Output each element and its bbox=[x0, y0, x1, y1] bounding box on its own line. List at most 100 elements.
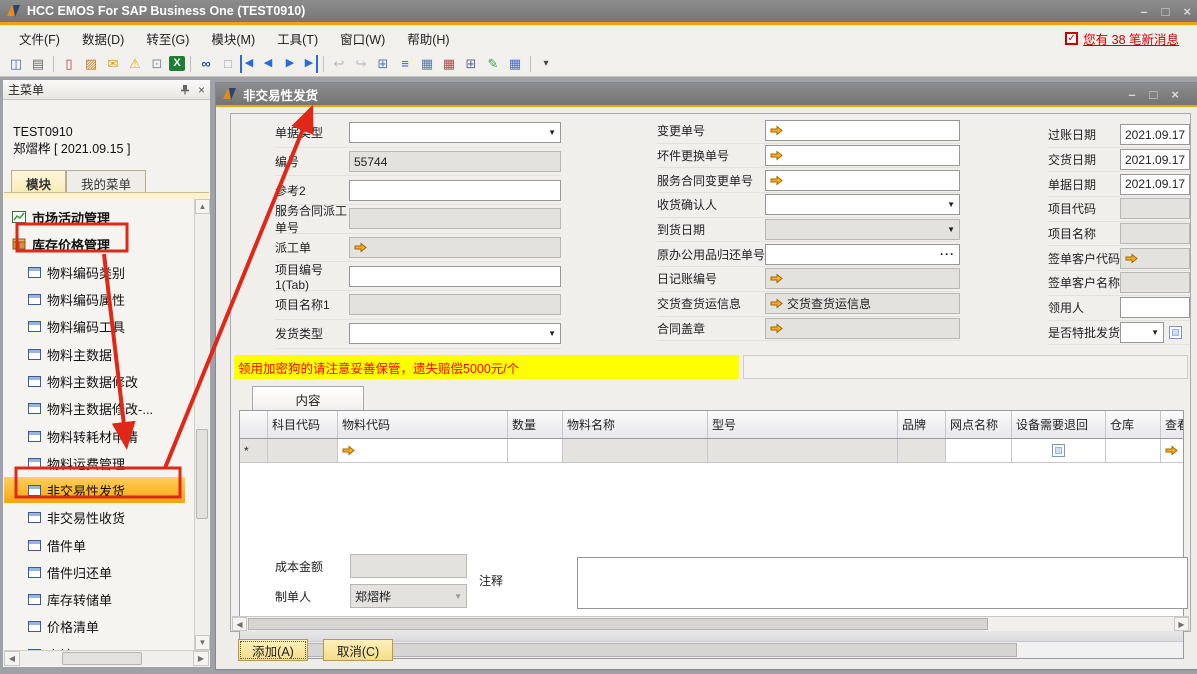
document-edit-icon[interactable]: ▨ bbox=[81, 55, 101, 73]
find-icon[interactable]: ∞ bbox=[196, 55, 216, 73]
link-arrow-icon[interactable] bbox=[770, 150, 783, 161]
link-arrow-icon[interactable] bbox=[354, 242, 367, 253]
table-view-icon[interactable]: ▦ bbox=[417, 55, 437, 73]
sidebar-item-loan-order[interactable]: 借件单 bbox=[4, 532, 195, 558]
grid-col-item-name[interactable]: 物料名称 bbox=[563, 411, 708, 438]
redo-icon[interactable]: ↪ bbox=[351, 55, 371, 73]
grid-icon[interactable]: ▦ bbox=[505, 55, 525, 73]
office-supplies-return-no-input[interactable]: ··· bbox=[765, 244, 960, 265]
service-contract-change-no-input[interactable] bbox=[765, 170, 960, 191]
sms-icon[interactable]: ▯ bbox=[59, 55, 79, 73]
form-settings-icon[interactable]: ⊞ bbox=[461, 55, 481, 73]
bad-part-replace-no-input[interactable] bbox=[765, 145, 960, 166]
scroll-right-icon[interactable]: ▶ bbox=[193, 651, 209, 666]
grid-col-equipment-return[interactable]: 设备需要退回 bbox=[1012, 411, 1106, 438]
sidebar-item-item-master-modify[interactable]: 物料主数据修改 bbox=[4, 368, 195, 394]
tab-content[interactable]: 内容 bbox=[252, 386, 364, 411]
cell-warehouse[interactable] bbox=[1106, 439, 1161, 462]
grid-col-model[interactable]: 型号 bbox=[708, 411, 898, 438]
scroll-left-icon[interactable]: ◀ bbox=[232, 617, 247, 631]
cell-item-code[interactable] bbox=[338, 439, 508, 462]
close-icon[interactable]: × bbox=[1183, 5, 1191, 18]
special-approval-checkbox[interactable] bbox=[1169, 326, 1182, 339]
sidebar-item-item-code-category[interactable]: 物料编码类别 bbox=[4, 259, 195, 285]
grid-col-brand[interactable]: 品牌 bbox=[898, 411, 946, 438]
link-arrow-icon[interactable] bbox=[770, 175, 783, 186]
sidebar-item-price-list[interactable]: 价格清单 bbox=[4, 613, 195, 639]
dialog-titlebar[interactable]: 非交易性发货 – □ × bbox=[216, 83, 1197, 105]
menu-tools[interactable]: 工具(T) bbox=[266, 25, 329, 52]
menu-modules[interactable]: 模块(M) bbox=[200, 25, 266, 52]
cell-quantity[interactable] bbox=[508, 439, 563, 462]
sidebar-item-stock-transfer[interactable]: 库存转储单 bbox=[4, 586, 195, 612]
menu-file[interactable]: 文件(F) bbox=[8, 25, 71, 52]
link-arrow-icon[interactable] bbox=[770, 298, 783, 309]
sidebar-close-icon[interactable]: × bbox=[198, 83, 205, 97]
sidebar-item-item-master-modify-2[interactable]: 物料主数据修改-... bbox=[4, 395, 195, 421]
menu-data[interactable]: 数据(D) bbox=[71, 25, 135, 52]
dialog-close-icon[interactable]: × bbox=[1171, 88, 1179, 101]
sidebar-item-item-code-tool[interactable]: 物料编码工具 bbox=[4, 313, 195, 339]
minimize-icon[interactable]: – bbox=[1140, 5, 1147, 18]
previous-record-icon[interactable]: ◀ bbox=[258, 55, 278, 73]
dialog-maximize-icon[interactable]: □ bbox=[1150, 88, 1158, 101]
receipt-confirmer-select[interactable]: ▼ bbox=[765, 194, 960, 215]
delivery-date-input[interactable]: 2021.09.17 bbox=[1120, 149, 1190, 170]
sidebar-item-item-master-data[interactable]: 物料主数据 bbox=[4, 341, 195, 367]
grid-col-site-name[interactable]: 网点名称 bbox=[946, 411, 1012, 438]
scroll-up-icon[interactable]: ▲ bbox=[195, 199, 210, 214]
pencil-ruler-icon[interactable]: ✎ bbox=[483, 55, 503, 73]
mail-icon[interactable]: ✉ bbox=[103, 55, 123, 73]
equipment-return-checkbox[interactable] bbox=[1052, 444, 1065, 457]
window-layout-icon[interactable]: ⊞ bbox=[373, 55, 393, 73]
ellipsis-icon[interactable]: ··· bbox=[940, 247, 955, 261]
maximize-icon[interactable]: □ bbox=[1162, 5, 1170, 18]
print-icon[interactable]: ▤ bbox=[28, 55, 48, 73]
sidebar-item-inventory-price[interactable]: 库存价格管理 bbox=[4, 231, 195, 257]
cancel-button[interactable]: 取消(C) bbox=[323, 639, 393, 661]
special-approval-select[interactable]: ▼ bbox=[1120, 322, 1164, 343]
delivery-shipping-info-link[interactable]: 交货查货运信息 bbox=[765, 293, 960, 314]
menu-help[interactable]: 帮助(H) bbox=[396, 25, 460, 52]
doc-type-select[interactable]: ▼ bbox=[349, 122, 561, 143]
text-align-icon[interactable]: ≡ bbox=[395, 55, 415, 73]
project-no1-input[interactable] bbox=[349, 266, 561, 287]
row-marker[interactable]: * bbox=[240, 439, 268, 462]
clipboard-icon[interactable]: ⊡ bbox=[147, 55, 167, 73]
print-preview-icon[interactable]: ◫ bbox=[6, 55, 26, 73]
pin-icon[interactable] bbox=[180, 84, 190, 95]
link-arrow-icon[interactable] bbox=[770, 273, 783, 284]
sidebar-vertical-scrollbar[interactable]: ▲ ▼ bbox=[194, 199, 209, 650]
sidebar-item-non-trade-receipt[interactable]: 非交易性收货 bbox=[4, 504, 195, 530]
link-arrow-icon[interactable] bbox=[1165, 445, 1178, 456]
sidebar-item-non-trade-delivery[interactable]: 非交易性发货 bbox=[4, 477, 185, 503]
link-arrow-icon[interactable] bbox=[770, 125, 783, 136]
grid-col-view[interactable]: 查看 bbox=[1161, 411, 1183, 438]
last-record-icon[interactable]: ▶ bbox=[302, 55, 318, 73]
table-edit-icon[interactable]: ▦ bbox=[439, 55, 459, 73]
scrollbar-thumb[interactable] bbox=[196, 429, 208, 519]
new-document-icon[interactable]: □ bbox=[218, 55, 238, 73]
undo-icon[interactable]: ↩ bbox=[329, 55, 349, 73]
link-arrow-icon[interactable] bbox=[1125, 253, 1138, 264]
toolbar-overflow-icon[interactable]: ▾ bbox=[536, 55, 556, 73]
scrollbar-thumb[interactable] bbox=[248, 618, 988, 630]
reference2-input[interactable] bbox=[349, 180, 561, 201]
first-record-icon[interactable]: ◀ bbox=[240, 55, 256, 73]
recipient-input[interactable] bbox=[1120, 297, 1190, 318]
scroll-left-icon[interactable]: ◀ bbox=[4, 651, 20, 666]
sidebar-item-material-consumable-request[interactable]: 物料转耗材申请 bbox=[4, 423, 195, 449]
scrollbar-thumb[interactable] bbox=[62, 652, 142, 665]
delivery-type-select[interactable]: ▼ bbox=[349, 323, 561, 344]
menu-goto[interactable]: 转至(G) bbox=[135, 25, 200, 52]
link-arrow-icon[interactable] bbox=[770, 323, 783, 334]
grid-col-warehouse[interactable]: 仓库 bbox=[1106, 411, 1161, 438]
dialog-horizontal-scrollbar[interactable]: ◀ ▶ bbox=[232, 616, 1189, 631]
change-order-no-input[interactable] bbox=[765, 120, 960, 141]
grid-col-account-code[interactable]: 科目代码 bbox=[268, 411, 338, 438]
add-button[interactable]: 添加(A) bbox=[238, 639, 308, 661]
scroll-down-icon[interactable]: ▼ bbox=[195, 635, 210, 650]
link-arrow-icon[interactable] bbox=[342, 445, 355, 456]
cell-view[interactable] bbox=[1161, 439, 1183, 462]
sidebar-item-material-freight[interactable]: 物料运费管理 bbox=[4, 450, 195, 476]
